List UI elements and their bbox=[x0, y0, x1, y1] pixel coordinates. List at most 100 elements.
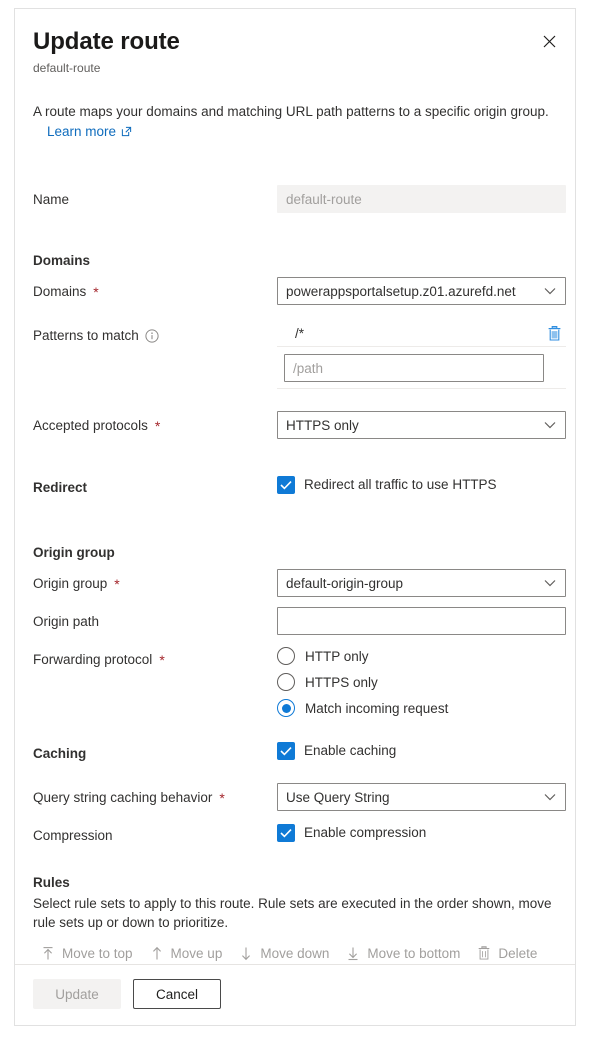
delete-pattern-button[interactable] bbox=[545, 323, 564, 344]
trash-icon bbox=[548, 326, 561, 341]
enable-caching-checkbox-row[interactable]: Enable caching bbox=[277, 739, 557, 760]
checkbox-checked-icon bbox=[277, 476, 295, 494]
forwarding-protocol-label-text: Forwarding protocol bbox=[33, 652, 153, 667]
radio-unselected-icon bbox=[277, 647, 295, 665]
move-down-icon bbox=[242, 947, 251, 960]
move-to-top-label: Move to top bbox=[62, 945, 133, 961]
query-string-selected-value: Use Query String bbox=[286, 789, 390, 805]
pattern-row: /* bbox=[277, 321, 566, 347]
domains-dropdown[interactable]: powerappsportalsetup.z01.azurefd.net bbox=[277, 277, 566, 305]
rules-description: Select rule sets to apply to this route.… bbox=[33, 896, 552, 930]
update-button[interactable]: Update bbox=[33, 979, 121, 1009]
cancel-button[interactable]: Cancel bbox=[133, 979, 221, 1009]
query-string-label: Query string caching behavior * bbox=[33, 783, 277, 808]
panel-body: Update route default-route A route maps … bbox=[15, 9, 575, 964]
radio-label: HTTP only bbox=[305, 648, 369, 664]
patterns-label: Patterns to match bbox=[33, 321, 277, 346]
domains-field-wrap: powerappsportalsetup.z01.azurefd.net bbox=[277, 277, 566, 305]
learn-more-label: Learn more bbox=[47, 124, 117, 139]
field-row-name: Name bbox=[33, 185, 566, 213]
enable-compression-checkbox-row[interactable]: Enable compression bbox=[277, 821, 557, 842]
query-string-dropdown[interactable]: Use Query String bbox=[277, 783, 566, 811]
name-label: Name bbox=[33, 185, 277, 210]
delete-label: Delete bbox=[498, 945, 538, 961]
accepted-protocols-selected-value: HTTPS only bbox=[286, 417, 359, 433]
accepted-protocols-dropdown[interactable]: HTTPS only bbox=[277, 411, 566, 439]
caching-field-wrap: Enable caching bbox=[277, 739, 557, 760]
move-up-label: Move up bbox=[170, 945, 223, 961]
forwarding-protocol-radio-group: HTTP only HTTPS only Match incoming requ… bbox=[277, 645, 557, 717]
checkbox-checked-icon bbox=[277, 824, 295, 842]
accepted-protocols-required-marker: * bbox=[154, 418, 161, 434]
name-input bbox=[277, 185, 566, 213]
move-to-bottom-button[interactable]: Move to bottom bbox=[340, 942, 471, 965]
origin-path-input[interactable] bbox=[277, 607, 566, 635]
close-icon bbox=[543, 35, 555, 47]
panel-description: A route maps your domains and matching U… bbox=[15, 76, 575, 141]
pattern-value: /* bbox=[295, 326, 305, 341]
origin-path-label: Origin path bbox=[33, 607, 277, 632]
domains-selected-value: powerappsportalsetup.z01.azurefd.net bbox=[286, 283, 516, 299]
enable-compression-label: Enable compression bbox=[304, 825, 427, 840]
field-row-accepted-protocols: Accepted protocols * HTTPS only bbox=[33, 411, 566, 439]
domains-label-text: Domains bbox=[33, 284, 87, 299]
field-row-domains: Domains * powerappsportalsetup.z01.azuref… bbox=[33, 277, 566, 305]
query-string-field-wrap: Use Query String bbox=[277, 783, 566, 811]
info-icon[interactable] bbox=[145, 329, 159, 343]
field-row-forwarding-protocol: Forwarding protocol * HTTP only HTTPS onl… bbox=[33, 645, 557, 717]
origin-group-selected-value: default-origin-group bbox=[286, 575, 404, 591]
origin-path-label-text: Origin path bbox=[33, 614, 100, 629]
forwarding-protocol-required-marker: * bbox=[159, 652, 165, 668]
chevron-down-icon bbox=[544, 287, 556, 295]
delete-rule-button[interactable]: Delete bbox=[471, 941, 548, 964]
origin-group-dropdown[interactable]: default-origin-group bbox=[277, 569, 566, 597]
radio-option-match-incoming-request[interactable]: Match incoming request bbox=[277, 699, 557, 717]
radio-label: Match incoming request bbox=[305, 700, 449, 716]
field-row-compression: Compression Enable compression bbox=[33, 821, 557, 847]
domains-required-marker: * bbox=[93, 284, 99, 300]
move-down-button[interactable]: Move down bbox=[233, 942, 340, 965]
caching-label-text: Caching bbox=[33, 746, 87, 761]
field-row-origin-path: Origin path bbox=[33, 607, 566, 635]
caching-label: Caching bbox=[33, 739, 277, 764]
rules-section: Rules Select rule sets to apply to this … bbox=[15, 873, 575, 964]
field-row-query-string: Query string caching behavior * Use Query… bbox=[33, 783, 566, 811]
patterns-field-wrap: /* bbox=[277, 321, 566, 389]
trash-icon bbox=[479, 946, 490, 960]
checkbox-checked-icon bbox=[277, 742, 295, 760]
update-route-panel: Update route default-route A route maps … bbox=[14, 8, 576, 1026]
redirect-label-text: Redirect bbox=[33, 480, 88, 495]
accepted-protocols-field-wrap: HTTPS only bbox=[277, 411, 566, 439]
pattern-input[interactable] bbox=[284, 354, 544, 382]
redirect-checkbox-row[interactable]: Redirect all traffic to use HTTPS bbox=[277, 473, 557, 494]
rules-heading: Rules bbox=[33, 875, 70, 890]
close-button[interactable] bbox=[535, 27, 563, 55]
name-label-text: Name bbox=[33, 192, 70, 207]
learn-more-link[interactable]: Learn more bbox=[47, 122, 132, 141]
external-link-icon bbox=[121, 126, 132, 137]
radio-unselected-icon bbox=[277, 673, 295, 691]
query-string-label-text: Query string caching behavior bbox=[33, 790, 213, 805]
move-up-button[interactable]: Move up bbox=[144, 942, 234, 965]
compression-label-text: Compression bbox=[33, 828, 113, 843]
panel-footer: Update Cancel bbox=[15, 964, 575, 1025]
section-heading-origin-group: Origin group bbox=[33, 545, 115, 560]
compression-field-wrap: Enable compression bbox=[277, 821, 557, 842]
compression-label: Compression bbox=[33, 821, 277, 846]
redirect-checkbox-label: Redirect all traffic to use HTTPS bbox=[304, 477, 497, 492]
origin-group-label-text: Origin group bbox=[33, 576, 108, 591]
domains-label: Domains * bbox=[33, 277, 277, 302]
redirect-label: Redirect bbox=[33, 473, 277, 498]
radio-option-http-only[interactable]: HTTP only bbox=[277, 647, 557, 665]
chevron-down-icon bbox=[544, 793, 556, 801]
forwarding-protocol-label: Forwarding protocol * bbox=[33, 645, 277, 670]
enable-caching-label: Enable caching bbox=[304, 743, 397, 758]
move-to-top-button[interactable]: Move to top bbox=[35, 942, 144, 965]
move-to-bottom-label: Move to bottom bbox=[367, 945, 461, 961]
pattern-new-wrap bbox=[277, 347, 566, 389]
panel-header: Update route default-route bbox=[15, 9, 575, 76]
origin-group-required-marker: * bbox=[114, 576, 120, 592]
origin-path-field-wrap bbox=[277, 607, 566, 635]
page-subtitle: default-route bbox=[33, 61, 101, 75]
radio-option-https-only[interactable]: HTTPS only bbox=[277, 673, 557, 691]
